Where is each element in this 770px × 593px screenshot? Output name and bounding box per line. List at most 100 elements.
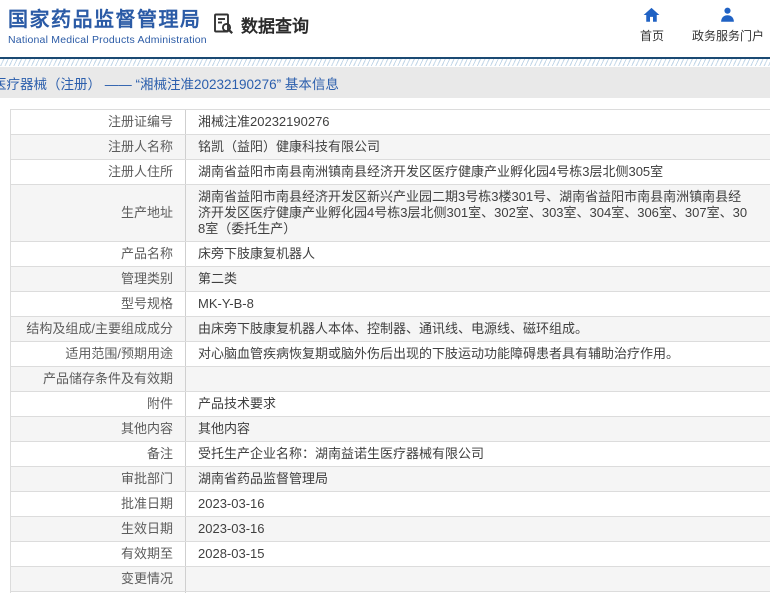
nav-gov-portal-label: 政务服务门户 xyxy=(691,29,764,43)
row-label-text: 产品名称 xyxy=(120,246,173,261)
table-row: 附件 产品技术要求 xyxy=(11,392,770,417)
table-row: 产品名称 床旁下肢康复机器人 xyxy=(11,242,770,267)
row-value-text: 由床旁下肢康复机器人本体、控制器、通讯线、电源线、磁环组成。 xyxy=(198,321,589,336)
row-label: 注册人住所 xyxy=(11,160,186,184)
row-label: 附件 xyxy=(11,392,186,416)
row-value-text: 其他内容 xyxy=(198,421,251,436)
table-row: 产品储存条件及有效期 xyxy=(11,367,770,392)
registration-info-table: 注册证编号 湘械注准20232190276 注册人名称 铭凯（益阳）健康科技有限公司注… xyxy=(10,109,770,593)
row-value: 铭凯（益阳）健康科技有限公司 xyxy=(186,135,760,159)
table-row: 变更情况 xyxy=(11,567,770,592)
row-value-text: 铭凯（益阳）健康科技有限公司 xyxy=(198,139,381,154)
table-row: 其他内容 其他内容 xyxy=(11,417,770,442)
row-label-text: 注册人名称 xyxy=(107,139,173,154)
table-row: 注册人住所 湖南省益阳市南县南洲镇南县经济开发区医疗健康产业孵化园4号栋3层北侧3… xyxy=(11,160,770,185)
row-value-text: 湖南省药品监督管理局 xyxy=(198,471,329,486)
row-label: 管理类别 xyxy=(11,267,186,291)
table-row: 注册人名称 铭凯（益阳）健康科技有限公司 xyxy=(11,135,770,160)
row-label: 结构及组成/主要组成成分 xyxy=(11,317,186,341)
striped-divider xyxy=(0,57,770,66)
nav-home[interactable]: 首页 xyxy=(640,6,664,44)
row-value: 对心脑血管疾病恢复期或脑外伤后出现的下肢运动功能障碍患者具有辅助治疗作用。 xyxy=(186,342,760,366)
home-icon xyxy=(642,6,661,24)
row-label: 生效日期 xyxy=(11,517,186,541)
row-value-text: 2028-03-15 xyxy=(198,546,265,561)
row-value: 第二类 xyxy=(186,267,760,291)
row-label-text: 生效日期 xyxy=(120,521,173,536)
row-value: MK-Y-B-8 xyxy=(186,292,760,316)
table-row: 管理类别 第二类 xyxy=(11,267,770,292)
row-label-text: 附件 xyxy=(146,396,173,411)
row-value: 湖南省益阳市南县南洲镇南县经济开发区医疗健康产业孵化园4号栋3层北侧305室 xyxy=(186,160,760,184)
row-value: 产品技术要求 xyxy=(186,392,760,416)
row-value xyxy=(186,567,760,591)
nav-gov-portal[interactable]: 政务服务门户 xyxy=(692,6,764,44)
row-value: 2023-03-16 xyxy=(186,517,760,541)
row-label: 批准日期 xyxy=(11,492,186,516)
table-row: 备注 受托生产企业名称：湖南益诺生医疗器械有限公司 xyxy=(11,442,770,467)
row-label-text: 结构及组成/主要组成成分 xyxy=(26,321,173,336)
row-label-text: 生产地址 xyxy=(120,205,173,220)
data-query-section[interactable]: 数据查询 xyxy=(210,11,309,37)
row-label: 有效期至 xyxy=(11,542,186,566)
spacer xyxy=(0,98,770,109)
row-value: 受托生产企业名称：湖南益诺生医疗器械有限公司 xyxy=(186,442,760,466)
row-label: 生产地址 xyxy=(11,185,186,241)
row-label: 审批部门 xyxy=(11,467,186,491)
row-value-text: 第二类 xyxy=(198,271,238,286)
row-value-text: 产品技术要求 xyxy=(198,396,277,411)
row-label: 备注 xyxy=(11,442,186,466)
row-label: 产品名称 xyxy=(11,242,186,266)
table-row: 生效日期 2023-03-16 xyxy=(11,517,770,542)
nav-home-label: 首页 xyxy=(639,29,664,43)
top-nav: 首页 政务服务门户 xyxy=(640,6,764,44)
row-value-text: 湘械注准20232190276 xyxy=(198,114,330,129)
table-row: 审批部门 湖南省药品监督管理局 xyxy=(11,467,770,492)
logo-subtitle: National Medical Products Administration xyxy=(8,34,207,46)
row-label-text: 有效期至 xyxy=(120,546,173,561)
row-value xyxy=(186,367,760,391)
row-label: 变更情况 xyxy=(11,567,186,591)
document-search-icon xyxy=(210,11,236,37)
row-value-text: 受托生产企业名称：湖南益诺生医疗器械有限公司 xyxy=(198,446,485,461)
row-label-text: 型号规格 xyxy=(120,296,173,311)
row-value-text: 2023-03-16 xyxy=(198,521,265,536)
logo-title: 国家药品监督管理局 xyxy=(8,9,202,31)
table-row: 适用范围/预期用途 对心脑血管疾病恢复期或脑外伤后出现的下肢运动功能障碍患者具有辅… xyxy=(11,342,770,367)
table-row: 批准日期 2023-03-16 xyxy=(11,492,770,517)
data-query-label: 数据查询 xyxy=(241,16,309,36)
row-value-text: 2023-03-16 xyxy=(198,496,265,511)
row-label-text: 批准日期 xyxy=(120,496,173,511)
row-value-text: 湖南省益阳市南县南洲镇南县经济开发区医疗健康产业孵化园4号栋3层北侧305室 xyxy=(198,164,664,179)
row-label-text: 变更情况 xyxy=(120,571,173,586)
row-value: 湖南省益阳市南县经济开发区新兴产业园二期3号栋3楼301号、湖南省益阳市南县南洲… xyxy=(186,185,760,241)
breadcrumb: 医疗器械（注册） —— “湘械注准20232190276” 基本信息 xyxy=(0,76,339,92)
row-label-text: 其他内容 xyxy=(120,421,173,436)
row-label-text: 审批部门 xyxy=(120,471,173,486)
person-icon xyxy=(718,6,737,24)
row-label: 注册人名称 xyxy=(11,135,186,159)
row-label-text: 管理类别 xyxy=(120,271,173,286)
row-label: 其他内容 xyxy=(11,417,186,441)
row-label-text: 备注 xyxy=(146,446,173,461)
row-value: 其他内容 xyxy=(186,417,760,441)
row-label-text: 注册人住所 xyxy=(107,164,173,179)
row-label-text: 产品储存条件及有效期 xyxy=(42,371,173,386)
row-value: 床旁下肢康复机器人 xyxy=(186,242,760,266)
nmpa-logo[interactable]: 国家药品监督管理局 National Medical Products Admi… xyxy=(8,7,207,47)
row-label: 注册证编号 xyxy=(11,110,186,134)
row-value-text: 床旁下肢康复机器人 xyxy=(198,246,316,261)
table-row: 有效期至 2028-03-15 xyxy=(11,542,770,567)
table-row: 结构及组成/主要组成成分 由床旁下肢康复机器人本体、控制器、通讯线、电源线、磁环组… xyxy=(11,317,770,342)
row-value: 湖南省药品监督管理局 xyxy=(186,467,760,491)
row-label: 产品储存条件及有效期 xyxy=(11,367,186,391)
row-value: 由床旁下肢康复机器人本体、控制器、通讯线、电源线、磁环组成。 xyxy=(186,317,760,341)
row-value: 2023-03-16 xyxy=(186,492,760,516)
row-label-text: 适用范围/预期用途 xyxy=(65,346,173,361)
row-value-text: 湖南省益阳市南县经济开发区新兴产业园二期3号栋3楼301号、湖南省益阳市南县南洲… xyxy=(198,189,748,236)
row-value: 2028-03-15 xyxy=(186,542,760,566)
row-label: 型号规格 xyxy=(11,292,186,316)
breadcrumb-bar: 医疗器械（注册） —— “湘械注准20232190276” 基本信息 xyxy=(0,67,770,98)
table-row: 型号规格 MK-Y-B-8 xyxy=(11,292,770,317)
row-value-text: MK-Y-B-8 xyxy=(198,296,254,311)
